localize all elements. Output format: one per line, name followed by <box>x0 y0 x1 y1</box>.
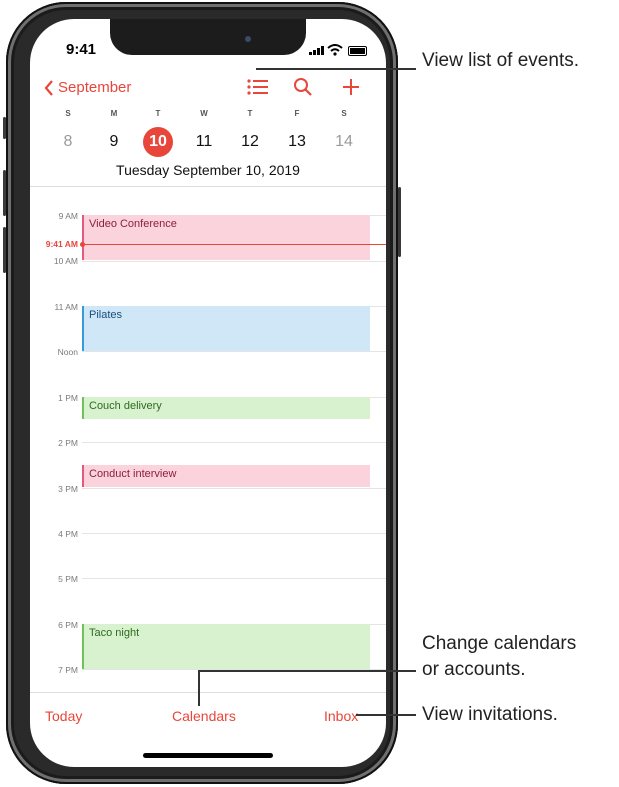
day-number[interactable]: 13 <box>282 133 312 151</box>
battery-icon <box>348 46 367 56</box>
hour-line <box>82 351 386 352</box>
event-title: Couch delivery <box>89 400 162 412</box>
day-letter: W <box>200 109 208 118</box>
hour-label: 1 PM <box>58 393 78 403</box>
callout-line-2: or accounts. <box>422 659 526 680</box>
event-title: Pilates <box>89 309 123 321</box>
event-conduct-interview[interactable]: Conduct interview <box>82 465 370 487</box>
chevron-left-icon <box>44 79 53 96</box>
callout-line-inbox <box>356 714 416 716</box>
tab-bar-divider <box>30 692 386 693</box>
volume-up-button <box>3 170 6 216</box>
day-number[interactable]: 14 <box>329 133 359 151</box>
home-indicator <box>143 753 273 758</box>
hour-line <box>82 488 386 489</box>
callout-line-calendars <box>198 670 416 672</box>
day-number[interactable]: 9 <box>99 133 129 151</box>
hour-label: 7 PM <box>58 665 78 675</box>
hour-label: 4 PM <box>58 529 78 539</box>
header-divider <box>30 186 386 187</box>
hour-label: 11 AM <box>54 302 78 312</box>
callout-view-list: View list of events. <box>422 50 580 71</box>
day-number[interactable]: 11 <box>189 133 219 151</box>
day-letter: S <box>341 109 347 118</box>
hour-label: 6 PM <box>58 620 78 630</box>
callout-line-list <box>256 68 416 70</box>
day-number[interactable]: 8 <box>53 133 83 151</box>
event-title: Conduct interview <box>89 468 177 480</box>
volume-down-button <box>3 227 6 273</box>
callout-view-invitations: View invitations. <box>422 704 558 725</box>
hour-line <box>82 533 386 534</box>
hour-label: 2 PM <box>58 438 78 448</box>
cellular-signal-icon <box>309 45 324 55</box>
callout-line-1: Change calendars <box>422 633 577 654</box>
hour-line <box>82 261 386 262</box>
current-time-label: 9:41 AM <box>45 239 78 249</box>
selected-date-label: Tuesday September 10, 2019 <box>116 162 300 178</box>
hour-label: 3 PM <box>58 484 78 494</box>
hour-label: 5 PM <box>58 574 78 584</box>
event-video-conference[interactable]: Video Conference <box>82 215 370 260</box>
today-button[interactable]: Today <box>45 708 82 724</box>
wifi-icon <box>327 44 343 56</box>
mute-switch <box>3 117 6 139</box>
event-title: Video Conference <box>89 218 177 230</box>
hour-line <box>82 442 386 443</box>
notch <box>110 19 306 55</box>
day-number-selected[interactable]: 10 <box>143 133 173 151</box>
back-to-month-button[interactable]: September <box>44 79 131 96</box>
phone-frame: 9:41 September S M T W T F S 8 9 10 11 1… <box>3 2 401 784</box>
side-button <box>398 187 401 257</box>
current-time-line <box>82 244 386 245</box>
day-letter: S <box>65 109 71 118</box>
day-letter: M <box>110 109 118 118</box>
callout-change-calendars: Change calendars or accounts. <box>422 631 576 683</box>
day-letter: F <box>294 109 300 118</box>
hour-line <box>82 578 386 579</box>
event-title: Taco night <box>89 627 140 639</box>
day-letter: T <box>247 109 253 118</box>
camera <box>245 36 251 42</box>
status-time: 9:41 <box>66 41 97 58</box>
plus-icon[interactable] <box>341 77 361 97</box>
inbox-button[interactable]: Inbox <box>324 708 358 724</box>
day-number[interactable]: 12 <box>235 133 265 151</box>
current-time-dot <box>80 242 85 247</box>
search-icon[interactable] <box>293 77 313 97</box>
callout-line-calendars-drop <box>198 670 200 706</box>
calendars-button[interactable]: Calendars <box>172 708 236 724</box>
event-couch-delivery[interactable]: Couch delivery <box>82 397 370 419</box>
hour-label: 9 AM <box>58 211 78 221</box>
event-pilates[interactable]: Pilates <box>82 306 370 351</box>
hour-label: 10 AM <box>53 256 78 266</box>
day-letter: T <box>155 109 161 118</box>
hour-label: Noon <box>57 347 78 357</box>
screen: 9:41 September S M T W T F S 8 9 10 11 1… <box>30 19 386 767</box>
back-label: September <box>58 79 132 96</box>
list-icon[interactable] <box>247 77 269 97</box>
event-taco-night[interactable]: Taco night <box>82 624 370 669</box>
